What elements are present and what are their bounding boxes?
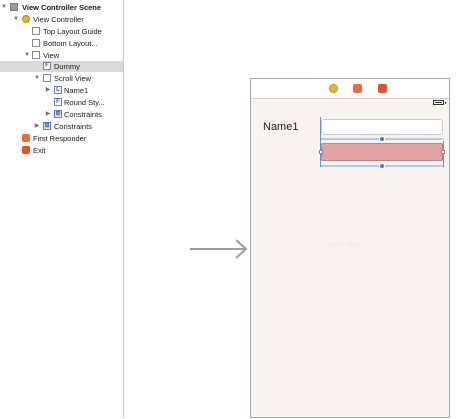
view-controller-icon[interactable]	[329, 84, 338, 93]
outline-item-label: Bottom Layout...	[43, 39, 98, 48]
view-controller-icon	[22, 15, 30, 23]
outline-row-bottom-layout-guide[interactable]: Bottom Layout...	[0, 38, 123, 49]
outline-item-label: View Controller	[33, 15, 84, 24]
document-outline: ▼ View Controller Scene ▼ View Controlle…	[0, 0, 123, 418]
storyboard-canvas[interactable]: Scroll View Name1	[124, 0, 474, 418]
disclosure-triangle-icon[interactable]: ▼	[13, 16, 19, 22]
label-icon: L	[54, 86, 62, 94]
round-style-text-field[interactable]	[321, 119, 443, 135]
initial-view-controller-arrow-icon[interactable]	[190, 236, 250, 262]
outline-item-label: Round Sty...	[64, 98, 105, 107]
view-icon: F	[43, 62, 51, 70]
scroll-view-icon	[43, 74, 51, 82]
resize-handle-right[interactable]	[441, 150, 445, 154]
status-bar	[251, 98, 449, 108]
outline-item-label: Dummy	[54, 62, 80, 71]
scroll-view-faint-label: Scroll View	[327, 242, 362, 249]
disclosure-triangle-icon[interactable]: ▼	[34, 75, 40, 81]
text-field-icon: F	[54, 98, 62, 106]
outline-row-first-responder[interactable]: First Responder	[0, 133, 123, 144]
name1-label[interactable]: Name1	[263, 121, 298, 133]
scene-dock	[251, 79, 449, 99]
outline-row-dummy[interactable]: F Dummy	[0, 61, 123, 72]
outline-item-label: Name1	[64, 86, 89, 95]
constraints-icon: ⊞	[54, 110, 62, 118]
dummy-view[interactable]	[321, 143, 443, 161]
layout-guide-icon	[32, 27, 40, 35]
view-icon	[32, 51, 40, 59]
outline-row-scroll-view[interactable]: ▼ Scroll View	[0, 73, 123, 84]
disclosure-triangle-collapsed-icon[interactable]: ▶	[45, 111, 51, 117]
outline-row-name1[interactable]: ▶ L Name1	[0, 85, 123, 96]
outline-item-label: Top Layout Guide	[43, 27, 102, 36]
outline-item-label: Constraints	[64, 110, 102, 119]
disclosure-triangle-icon[interactable]: ▼	[24, 52, 30, 58]
resize-handle-left[interactable]	[319, 150, 323, 154]
outline-item-label: Constraints	[54, 122, 92, 131]
disclosure-triangle-collapsed-icon[interactable]: ▶	[45, 87, 51, 93]
exit-icon[interactable]	[378, 84, 387, 93]
outline-row-top-layout-guide[interactable]: Top Layout Guide	[0, 26, 123, 37]
view-controller-scene[interactable]: Scroll View Name1	[250, 78, 450, 418]
outline-row-view-controller[interactable]: ▼ View Controller	[0, 14, 123, 25]
disclosure-triangle-collapsed-icon[interactable]: ▶	[34, 123, 40, 129]
battery-icon	[433, 100, 446, 105]
layout-guide-icon	[32, 39, 40, 47]
outline-item-label: First Responder	[33, 134, 87, 143]
first-responder-icon	[22, 134, 30, 142]
resize-handle-bottom[interactable]	[379, 163, 385, 169]
resize-handle-top[interactable]	[379, 136, 385, 142]
outline-row-constraints-inner[interactable]: ▶ ⊞ Constraints	[0, 109, 123, 120]
outline-row-view[interactable]: ▼ View	[0, 50, 123, 61]
disclosure-triangle-icon[interactable]: ▼	[1, 4, 7, 10]
outline-item-label: Exit	[33, 146, 46, 155]
outline-row-exit[interactable]: Exit	[0, 145, 123, 156]
outline-row-view-controller-scene[interactable]: ▼ View Controller Scene	[0, 2, 123, 13]
constraints-icon: ⊞	[43, 122, 51, 130]
outline-row-constraints-outer[interactable]: ▶ ⊞ Constraints	[0, 121, 123, 132]
outline-row-round-style-text-field[interactable]: F Round Sty...	[0, 97, 123, 108]
outline-item-label: Scroll View	[54, 74, 91, 83]
outline-item-label: View	[43, 51, 60, 60]
exit-icon	[22, 146, 30, 154]
first-responder-icon[interactable]	[353, 84, 362, 93]
outline-item-label: View Controller Scene	[22, 3, 102, 12]
scene-icon	[10, 3, 18, 11]
